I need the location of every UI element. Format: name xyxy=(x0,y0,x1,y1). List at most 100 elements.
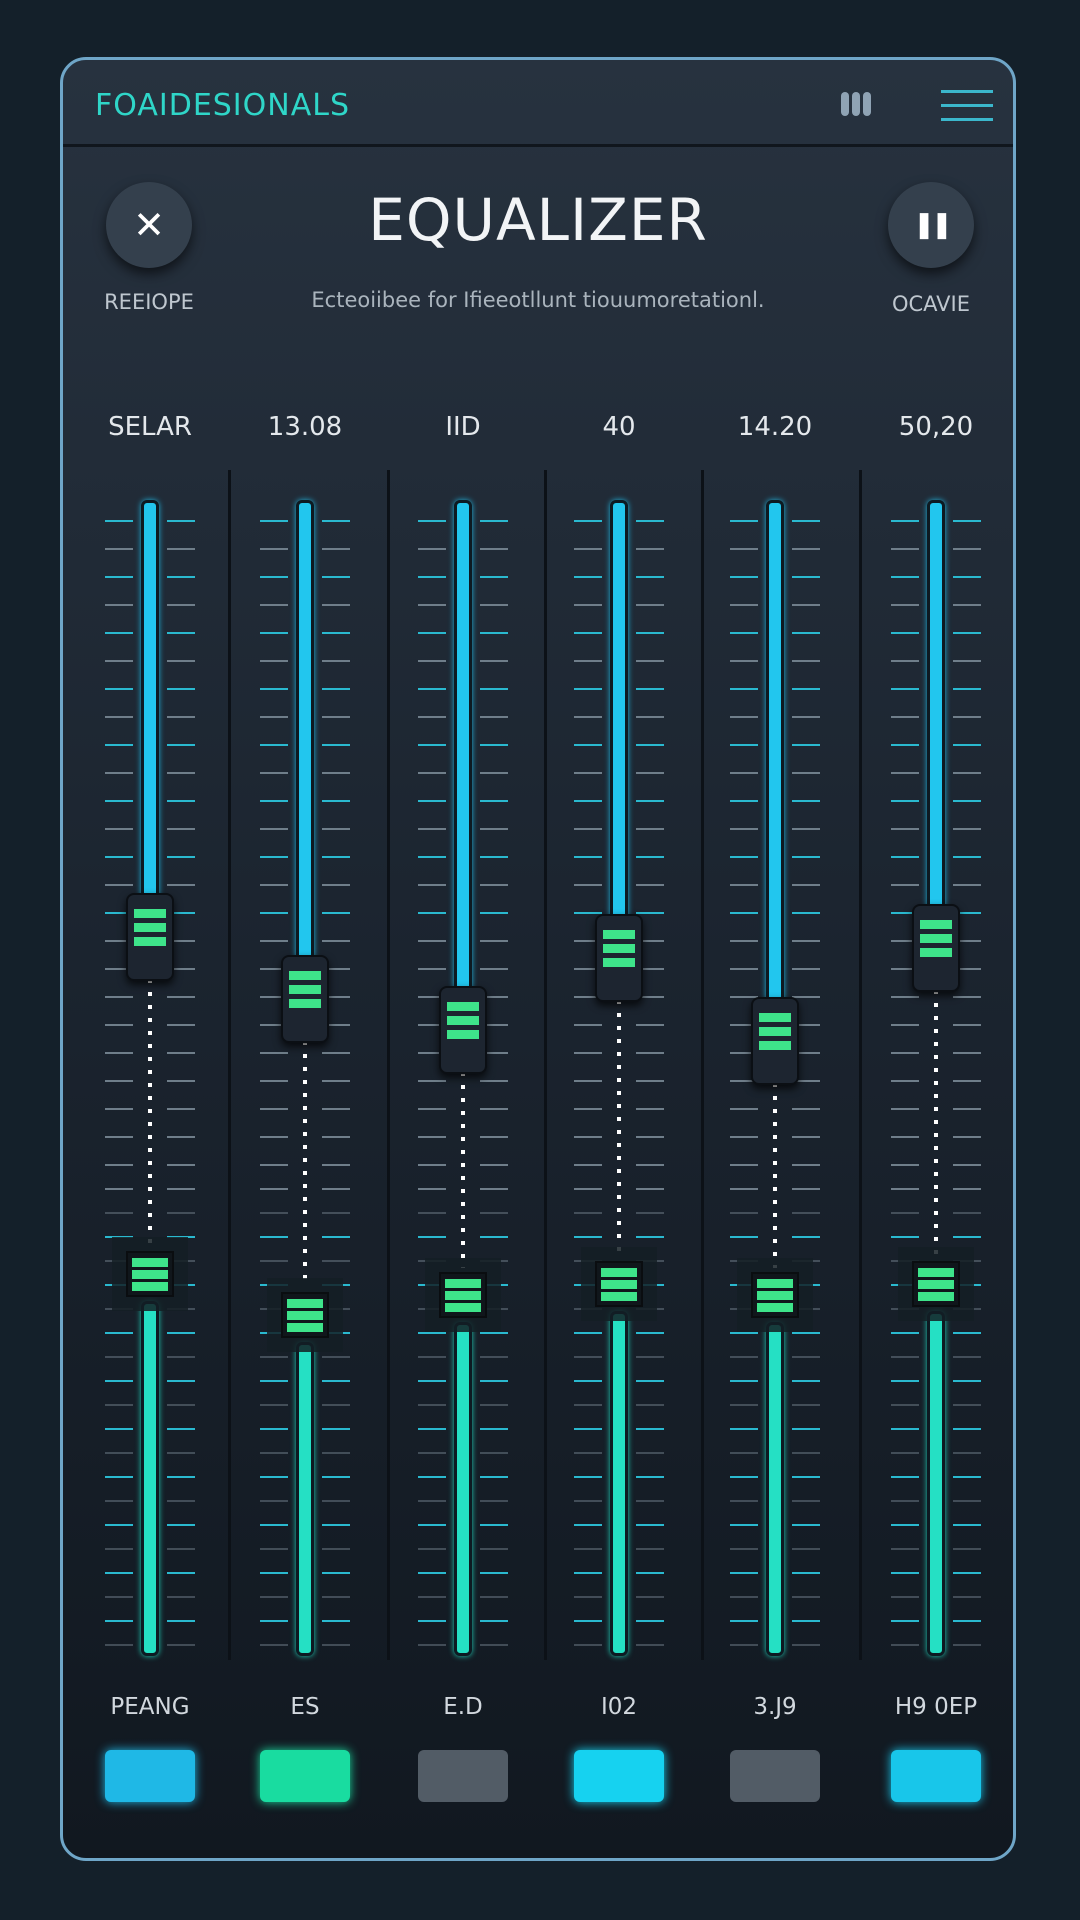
upper-fader-track xyxy=(454,500,472,993)
scale-tick xyxy=(792,1332,820,1334)
scale-tick xyxy=(953,1572,981,1574)
scale-tick xyxy=(260,1108,288,1110)
scale-tick xyxy=(730,800,758,802)
scale-tick xyxy=(574,912,602,914)
scale-tick xyxy=(792,1164,820,1166)
channel-divider xyxy=(228,470,231,1660)
scale-tick xyxy=(953,1164,981,1166)
scale-tick xyxy=(574,1188,602,1190)
scale-tick xyxy=(480,1332,508,1334)
scale-tick xyxy=(480,1524,508,1526)
channel-toggle-button[interactable] xyxy=(574,1750,664,1802)
channel-toggle-button[interactable] xyxy=(260,1750,350,1802)
scale-tick xyxy=(730,1452,758,1454)
scale-tick xyxy=(574,1620,602,1622)
scale-tick xyxy=(480,1572,508,1574)
scale-tick xyxy=(953,1188,981,1190)
levels-icon[interactable] xyxy=(841,92,871,116)
scale-tick xyxy=(260,1212,288,1214)
channel-toggle-button[interactable] xyxy=(730,1750,820,1802)
scale-tick xyxy=(418,1236,446,1238)
scale-tick xyxy=(953,1644,981,1646)
scale-tick xyxy=(636,828,664,830)
channel-toggle-button[interactable] xyxy=(105,1750,195,1802)
upper-fader-knob[interactable] xyxy=(595,914,643,1002)
scale-tick xyxy=(891,716,919,718)
scale-tick xyxy=(418,1080,446,1082)
scale-tick xyxy=(322,660,350,662)
scale-tick xyxy=(322,1356,350,1358)
scale-tick xyxy=(792,1236,820,1238)
scale-tick xyxy=(260,1236,288,1238)
scale-tick xyxy=(891,1188,919,1190)
scale-tick xyxy=(636,1212,664,1214)
channel-toggle-button[interactable] xyxy=(891,1750,981,1802)
header-divider xyxy=(63,144,1013,147)
scale-tick xyxy=(792,968,820,970)
scale-tick xyxy=(105,1308,133,1310)
lower-fader-knob[interactable] xyxy=(126,1251,174,1297)
scale-tick xyxy=(105,744,133,746)
scale-tick xyxy=(792,1136,820,1138)
scale-tick xyxy=(260,800,288,802)
scale-tick xyxy=(891,1500,919,1502)
scale-tick xyxy=(167,1380,195,1382)
upper-fader-knob[interactable] xyxy=(439,986,487,1075)
scale-tick xyxy=(167,688,195,690)
scale-tick xyxy=(105,660,133,662)
scale-tick xyxy=(105,1524,133,1526)
scale-tick xyxy=(574,1404,602,1406)
lower-fader-knob[interactable] xyxy=(912,1261,960,1308)
scale-tick xyxy=(953,800,981,802)
scale-tick xyxy=(480,660,508,662)
scale-tick xyxy=(105,1476,133,1478)
scale-tick xyxy=(636,1380,664,1382)
scale-tick xyxy=(480,772,508,774)
channel-toggle-button[interactable] xyxy=(418,1750,508,1802)
scale-tick xyxy=(636,884,664,886)
scale-tick xyxy=(418,1644,446,1646)
scale-tick xyxy=(105,604,133,606)
fader-dotted-line xyxy=(461,1072,465,1268)
scale-tick xyxy=(105,828,133,830)
scale-tick xyxy=(891,856,919,858)
scale-tick xyxy=(105,1428,133,1430)
scale-tick xyxy=(260,1380,288,1382)
scale-tick xyxy=(480,1080,508,1082)
lower-fader-knob[interactable] xyxy=(281,1292,329,1339)
fader-dotted-line xyxy=(617,1000,621,1258)
scale-tick xyxy=(792,716,820,718)
upper-fader-knob[interactable] xyxy=(126,893,174,982)
fader-dotted-line xyxy=(148,979,152,1247)
scale-tick xyxy=(105,1452,133,1454)
scale-tick xyxy=(167,1548,195,1550)
scale-tick xyxy=(418,940,446,942)
scale-tick xyxy=(418,744,446,746)
scale-tick xyxy=(574,1644,602,1646)
scale-tick xyxy=(260,716,288,718)
upper-fader-knob[interactable] xyxy=(281,955,329,1044)
lower-fader-knob[interactable] xyxy=(751,1271,799,1318)
lower-fader-knob[interactable] xyxy=(595,1261,643,1308)
channel-value: 14.20 xyxy=(737,412,813,442)
scale-tick xyxy=(105,520,133,522)
scale-tick xyxy=(953,1108,981,1110)
upper-fader-knob[interactable] xyxy=(751,996,799,1085)
scale-tick xyxy=(167,1500,195,1502)
scale-tick xyxy=(574,1548,602,1550)
scale-tick xyxy=(480,1212,508,1214)
scale-tick xyxy=(891,1404,919,1406)
scale-tick xyxy=(891,688,919,690)
scale-tick xyxy=(574,884,602,886)
lower-fader-knob[interactable] xyxy=(439,1271,487,1318)
scale-tick xyxy=(480,940,508,942)
scale-tick xyxy=(891,1596,919,1598)
hamburger-menu-icon[interactable] xyxy=(941,90,993,121)
scale-tick xyxy=(167,1236,195,1238)
upper-fader-knob[interactable] xyxy=(912,903,960,992)
scale-tick xyxy=(730,548,758,550)
scale-tick xyxy=(730,1476,758,1478)
scale-tick xyxy=(574,604,602,606)
scale-tick xyxy=(105,884,133,886)
scale-tick xyxy=(105,856,133,858)
